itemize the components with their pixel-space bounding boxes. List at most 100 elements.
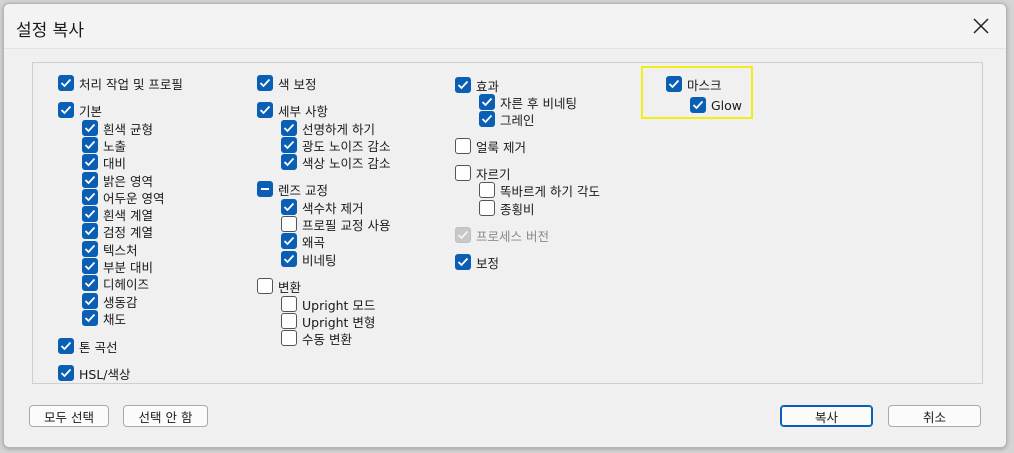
select-all-button[interactable]: 모두 선택 — [29, 405, 109, 427]
checkbox-basic[interactable]: 기본 — [58, 101, 102, 119]
checkbox-spot-removal[interactable]: 얼룩 제거 — [455, 137, 526, 155]
unchecked-box-icon[interactable] — [455, 165, 471, 181]
unchecked-box-icon[interactable] — [281, 296, 297, 312]
checkbox-profile-corrections[interactable]: 프로필 교정 사용 — [281, 215, 390, 233]
checkbox-label-spot-removal: 얼룩 제거 — [476, 139, 526, 155]
checkmark-icon[interactable] — [82, 120, 98, 136]
checkmark-icon[interactable] — [58, 338, 74, 354]
checkmark-icon[interactable] — [455, 77, 471, 93]
checkbox-hsl[interactable]: HSL/색상 — [58, 364, 131, 382]
checkbox-contrast[interactable]: 대비 — [82, 153, 126, 171]
checkbox-upright-transforms[interactable]: Upright 변형 — [281, 312, 375, 330]
checkbox-white-balance[interactable]: 흰색 균형 — [82, 119, 153, 137]
unchecked-box-icon[interactable] — [257, 278, 273, 294]
checkmark-icon[interactable] — [281, 233, 297, 249]
checkmark-icon[interactable] — [281, 137, 297, 153]
checkbox-tone-curve[interactable]: 톤 곡선 — [58, 337, 117, 355]
checkbox-label-process-version: 프로세스 버전 — [476, 228, 549, 244]
checkmark-icon[interactable] — [479, 111, 495, 127]
checkmark-icon[interactable] — [257, 102, 273, 118]
checkbox-straighten-angle[interactable]: 똑바르게 하기 각도 — [479, 181, 600, 199]
checkmark-icon[interactable] — [82, 258, 98, 274]
checkbox-label-saturation: 채도 — [103, 311, 127, 327]
checkbox-label-blacks: 검정 계열 — [103, 224, 153, 240]
checkmark-icon[interactable] — [58, 365, 74, 381]
checkbox-label-color-grading: 색 보정 — [278, 76, 317, 92]
checkmark-icon[interactable] — [82, 137, 98, 153]
checkbox-label-processing: 처리 작업 및 프로필 — [79, 76, 183, 92]
select-none-button[interactable]: 선택 안 함 — [123, 405, 208, 427]
checkbox-lens-corrections[interactable]: 렌즈 교정 — [257, 180, 328, 198]
checkbox-texture[interactable]: 텍스처 — [82, 240, 138, 258]
copy-button[interactable]: 복사 — [780, 405, 873, 427]
checkbox-calibration[interactable]: 보정 — [455, 253, 499, 271]
checkmark-icon[interactable] — [281, 120, 297, 136]
checkbox-distortion[interactable]: 왜곡 — [281, 232, 325, 250]
checkbox-aspect-ratio[interactable]: 종횡비 — [479, 199, 535, 217]
unchecked-box-icon[interactable] — [281, 313, 297, 329]
checkbox-label-basic: 기본 — [79, 103, 103, 119]
checkmark-icon[interactable] — [82, 189, 98, 205]
checkmark-icon[interactable] — [82, 206, 98, 222]
checkbox-upright-mode[interactable]: Upright 모드 — [281, 295, 375, 313]
checkmark-icon[interactable] — [281, 251, 297, 267]
dialog-title: 설정 복사 — [16, 21, 84, 41]
indeterminate-box-icon[interactable] — [257, 181, 273, 197]
checkbox-effects[interactable]: 효과 — [455, 76, 499, 94]
checkbox-vibrance[interactable]: 생동감 — [82, 292, 138, 310]
checkbox-highlights[interactable]: 밝은 영역 — [82, 171, 153, 189]
checkmark-icon[interactable] — [82, 275, 98, 291]
checkmark-icon[interactable] — [281, 154, 297, 170]
checkmark-icon[interactable] — [58, 75, 74, 91]
checkbox-vignetting[interactable]: 비네팅 — [281, 250, 337, 268]
checkbox-blacks[interactable]: 검정 계열 — [82, 222, 153, 240]
checkbox-label-tone-curve: 톤 곡선 — [79, 339, 118, 355]
checkbox-dehaze[interactable]: 디헤이즈 — [82, 274, 149, 292]
checkbox-label-color-noise: 색상 노이즈 감소 — [302, 155, 391, 171]
cancel-button[interactable]: 취소 — [888, 405, 981, 427]
checkbox-whites[interactable]: 흰색 계열 — [82, 205, 153, 223]
unchecked-box-icon[interactable] — [281, 216, 297, 232]
checkbox-post-crop-vignetting[interactable]: 자른 후 비네팅 — [479, 93, 577, 111]
checkmark-icon[interactable] — [257, 75, 273, 91]
checkbox-label-detail: 세부 사항 — [278, 103, 328, 119]
checkbox-exposure[interactable]: 노출 — [82, 136, 126, 154]
checkbox-color-noise[interactable]: 색상 노이즈 감소 — [281, 153, 390, 171]
unchecked-box-icon[interactable] — [479, 182, 495, 198]
checkmark-icon[interactable] — [82, 310, 98, 326]
checkbox-crop[interactable]: 자르기 — [455, 164, 511, 182]
copy-label: 복사 — [814, 409, 838, 425]
checkbox-clarity[interactable]: 부분 대비 — [82, 257, 153, 275]
checkmark-icon[interactable] — [58, 102, 74, 118]
checkbox-label-straighten-angle: 똑바르게 하기 각도 — [500, 183, 600, 199]
cancel-label: 취소 — [922, 409, 946, 425]
checkmark-icon[interactable] — [281, 199, 297, 215]
checkbox-processing[interactable]: 처리 작업 및 프로필 — [58, 74, 183, 92]
checkmark-icon[interactable] — [82, 293, 98, 309]
unchecked-box-icon[interactable] — [455, 138, 471, 154]
checkbox-manual-transform[interactable]: 수동 변환 — [281, 329, 352, 347]
title-bar: 설정 복사 — [4, 4, 1006, 49]
unchecked-box-icon[interactable] — [281, 330, 297, 346]
checkmark-icon[interactable] — [479, 94, 495, 110]
checkbox-transform[interactable]: 변환 — [257, 277, 301, 295]
checkmark-icon[interactable] — [82, 172, 98, 188]
checkmark-icon — [455, 227, 471, 243]
checkbox-shadows[interactable]: 어두운 영역 — [82, 188, 164, 206]
checkmark-icon[interactable] — [455, 254, 471, 270]
checkbox-grain[interactable]: 그레인 — [479, 110, 535, 128]
unchecked-box-icon[interactable] — [479, 200, 495, 216]
checkbox-color-grading[interactable]: 색 보정 — [257, 74, 316, 92]
checkbox-label-transform: 변환 — [278, 279, 302, 295]
close-icon[interactable] — [970, 15, 992, 37]
checkbox-chromatic-aberration[interactable]: 색수차 제거 — [281, 198, 363, 216]
checkmark-icon[interactable] — [82, 223, 98, 239]
checkmark-icon[interactable] — [82, 154, 98, 170]
checkbox-label-grain: 그레인 — [500, 112, 535, 128]
checkbox-label-vignetting: 비네팅 — [302, 252, 337, 268]
checkbox-saturation[interactable]: 채도 — [82, 309, 126, 327]
checkbox-luminance-noise[interactable]: 광도 노이즈 감소 — [281, 136, 390, 154]
checkbox-detail[interactable]: 세부 사항 — [257, 101, 328, 119]
checkbox-sharpening[interactable]: 선명하게 하기 — [281, 119, 375, 137]
checkmark-icon[interactable] — [82, 241, 98, 257]
